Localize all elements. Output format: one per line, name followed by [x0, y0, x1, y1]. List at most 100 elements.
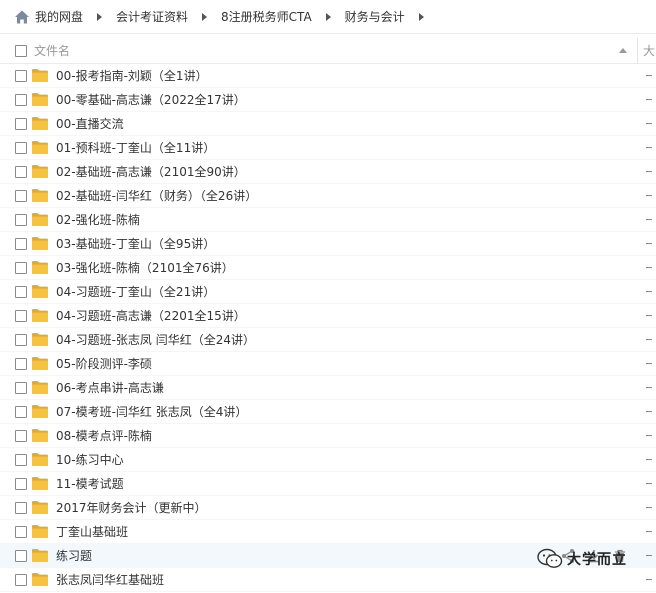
- file-name[interactable]: 2017年财务会计（更新中）: [56, 499, 207, 516]
- file-row[interactable]: 02-强化班-陈楠: [0, 208, 656, 232]
- row-checkbox[interactable]: [15, 477, 27, 490]
- breadcrumb-label: 会计考证资料: [116, 10, 189, 24]
- trash-icon[interactable]: [612, 548, 628, 564]
- file-row[interactable]: 丁奎山基础班: [0, 520, 656, 544]
- row-checkbox[interactable]: [15, 237, 27, 250]
- file-row[interactable]: 练习题: [0, 544, 656, 568]
- row-checkbox[interactable]: [15, 117, 27, 130]
- row-checkbox[interactable]: [15, 357, 27, 370]
- size-placeholder: [646, 387, 652, 388]
- folder-icon: [32, 573, 48, 586]
- file-row[interactable]: 03-基础班-丁奎山（全95讲）: [0, 232, 656, 256]
- file-name[interactable]: 02-强化班-陈楠: [56, 211, 140, 228]
- row-checkbox[interactable]: [15, 453, 27, 466]
- file-name[interactable]: 03-强化班-陈楠（2101全76讲）: [56, 259, 234, 276]
- file-row[interactable]: 08-模考点评-陈楠: [0, 424, 656, 448]
- size-placeholder: [646, 555, 652, 556]
- file-row[interactable]: 04-习题班-张志凤 闫华红（全24讲）: [0, 328, 656, 352]
- share-icon[interactable]: [560, 548, 576, 564]
- file-row[interactable]: 2017年财务会计（更新中）: [0, 496, 656, 520]
- file-name[interactable]: 丁奎山基础班: [56, 523, 128, 540]
- file-name[interactable]: 00-直播交流: [56, 115, 124, 132]
- size-placeholder: [646, 267, 652, 268]
- row-checkbox[interactable]: [15, 69, 27, 82]
- column-size-header[interactable]: 大: [638, 42, 656, 59]
- file-row[interactable]: 04-习题班-丁奎山（全21讲）: [0, 280, 656, 304]
- row-checkbox[interactable]: [15, 165, 27, 178]
- file-name[interactable]: 11-模考试题: [56, 475, 124, 492]
- folder-icon: [32, 525, 48, 538]
- file-name[interactable]: 04-习题班-丁奎山（全21讲）: [56, 283, 215, 300]
- file-row[interactable]: 11-模考试题: [0, 472, 656, 496]
- file-name[interactable]: 02-基础班-闫华红（财务）（全26讲）: [56, 187, 257, 204]
- row-checkbox[interactable]: [15, 573, 27, 586]
- chevron-right-icon: [418, 12, 424, 21]
- file-name[interactable]: 01-预科班-丁奎山（全11讲）: [56, 139, 215, 156]
- folder-icon: [32, 501, 48, 514]
- column-name-header[interactable]: 文件名: [34, 42, 619, 59]
- chevron-right-icon: [325, 12, 331, 21]
- row-checkbox[interactable]: [15, 261, 27, 274]
- breadcrumb-item[interactable]: 财务与会计: [345, 8, 405, 25]
- file-name[interactable]: 04-习题班-张志凤 闫华红（全24讲）: [56, 331, 255, 348]
- size-placeholder: [646, 195, 652, 196]
- download-icon[interactable]: [586, 548, 602, 564]
- row-checkbox[interactable]: [15, 525, 27, 538]
- file-row[interactable]: 00-零基础-高志谦（2022全17讲）: [0, 88, 656, 112]
- file-name[interactable]: 02-基础班-高志谦（2101全90讲）: [56, 163, 246, 180]
- row-checkbox[interactable]: [15, 405, 27, 418]
- size-placeholder: [646, 459, 652, 460]
- row-checkbox[interactable]: [15, 93, 27, 106]
- file-name[interactable]: 05-阶段测评-李硕: [56, 355, 152, 372]
- file-name[interactable]: 张志凤闫华红基础班: [56, 571, 164, 588]
- file-name[interactable]: 08-模考点评-陈楠: [56, 427, 152, 444]
- file-row[interactable]: 01-预科班-丁奎山（全11讲）: [0, 136, 656, 160]
- folder-icon: [32, 165, 48, 178]
- breadcrumb-item[interactable]: 会计考证资料: [116, 8, 188, 25]
- row-checkbox[interactable]: [15, 429, 27, 442]
- file-name[interactable]: 06-考点串讲-高志谦: [56, 379, 164, 396]
- file-row[interactable]: 02-基础班-闫华红（财务）（全26讲）: [0, 184, 656, 208]
- breadcrumb-home[interactable]: 我的网盘: [14, 8, 83, 25]
- file-row[interactable]: 03-强化班-陈楠（2101全76讲）: [0, 256, 656, 280]
- breadcrumb-item[interactable]: 8注册税务师CTA: [221, 8, 312, 25]
- file-name[interactable]: 03-基础班-丁奎山（全95讲）: [56, 235, 215, 252]
- row-checkbox[interactable]: [15, 333, 27, 346]
- file-row[interactable]: 00-报考指南-刘颖（全1讲）: [0, 64, 656, 88]
- sort-asc-icon[interactable]: [619, 48, 627, 53]
- file-row[interactable]: 06-考点串讲-高志谦: [0, 376, 656, 400]
- file-row[interactable]: 04-习题班-高志谦（2201全15讲）: [0, 304, 656, 328]
- folder-icon: [32, 381, 48, 394]
- column-header: 文件名 大: [0, 37, 656, 64]
- file-name[interactable]: 00-报考指南-刘颖（全1讲）: [56, 67, 208, 84]
- size-placeholder: [646, 75, 652, 76]
- row-checkbox[interactable]: [15, 141, 27, 154]
- row-checkbox[interactable]: [15, 213, 27, 226]
- folder-icon: [32, 429, 48, 442]
- file-row[interactable]: 00-直播交流: [0, 112, 656, 136]
- file-name[interactable]: 07-模考班-闫华红 张志凤（全4讲）: [56, 403, 247, 420]
- file-row[interactable]: 07-模考班-闫华红 张志凤（全4讲）: [0, 400, 656, 424]
- file-row[interactable]: 05-阶段测评-李硕: [0, 352, 656, 376]
- folder-icon: [32, 69, 48, 82]
- folder-icon: [32, 213, 48, 226]
- file-row[interactable]: 张志凤闫华红基础班: [0, 568, 656, 592]
- size-placeholder: [646, 147, 652, 148]
- select-all-checkbox[interactable]: [15, 44, 27, 57]
- row-checkbox[interactable]: [15, 549, 27, 562]
- row-checkbox[interactable]: [15, 501, 27, 514]
- file-list: 00-报考指南-刘颖（全1讲） 00-零基础-高志谦（2022全17讲） 00-…: [0, 64, 656, 592]
- file-row[interactable]: 02-基础班-高志谦（2101全90讲）: [0, 160, 656, 184]
- file-name[interactable]: 00-零基础-高志谦（2022全17讲）: [56, 91, 246, 108]
- size-placeholder: [646, 123, 652, 124]
- size-placeholder: [646, 219, 652, 220]
- row-checkbox[interactable]: [15, 309, 27, 322]
- row-checkbox[interactable]: [15, 381, 27, 394]
- file-name[interactable]: 04-习题班-高志谦（2201全15讲）: [56, 307, 246, 324]
- row-checkbox[interactable]: [15, 189, 27, 202]
- file-name[interactable]: 练习题: [56, 547, 92, 564]
- file-row[interactable]: 10-练习中心: [0, 448, 656, 472]
- file-name[interactable]: 10-练习中心: [56, 451, 124, 468]
- row-checkbox[interactable]: [15, 285, 27, 298]
- size-placeholder: [646, 579, 652, 580]
